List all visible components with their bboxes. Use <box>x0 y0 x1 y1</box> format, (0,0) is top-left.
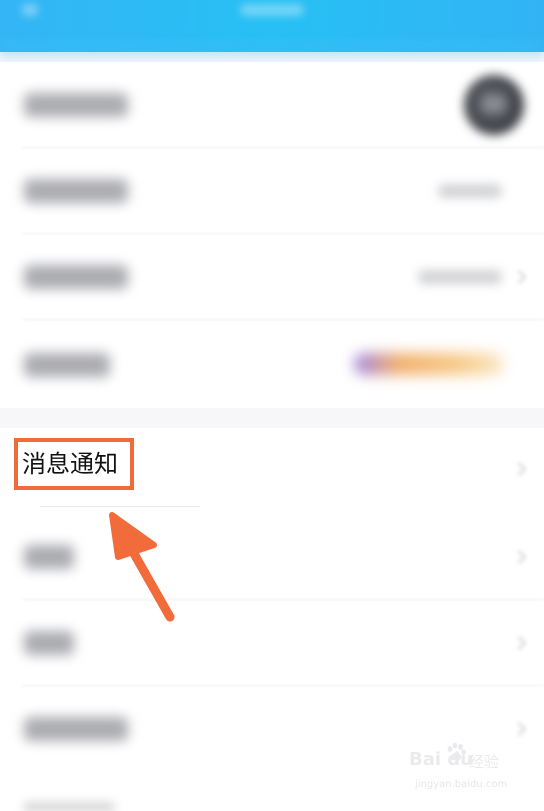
row-label <box>24 179 128 203</box>
paw-icon <box>447 742 466 761</box>
back-button[interactable] <box>22 4 38 16</box>
page-title <box>240 4 304 16</box>
row-value <box>438 184 502 198</box>
settings-row-4[interactable] <box>0 320 544 406</box>
settings-group-profile <box>0 62 544 408</box>
settings-row-6[interactable] <box>0 514 544 600</box>
row-value <box>418 270 502 284</box>
watermark-url: jingyan.baidu.com <box>415 779 508 790</box>
watermark: Bai du 经验 jingyan.baidu.com <box>409 741 514 799</box>
settings-row-2[interactable] <box>0 148 544 234</box>
settings-row-7[interactable] <box>0 600 544 686</box>
member-badge <box>354 353 504 375</box>
chevron-right-icon <box>511 721 527 737</box>
settings-screen: 消息通知 Bai du 经验 jingyan.baidu.com <box>0 0 544 811</box>
row-label <box>24 545 74 569</box>
watermark-sub: 经验 <box>469 753 500 771</box>
row-label <box>24 631 74 655</box>
chevron-right-icon <box>511 269 527 285</box>
row-label <box>24 265 128 289</box>
settings-row-avatar[interactable] <box>0 62 544 148</box>
chevron-right-icon <box>511 635 527 651</box>
avatar[interactable] <box>464 75 524 135</box>
row-label <box>24 717 128 741</box>
notifications-label[interactable]: 消息通知 <box>22 448 118 480</box>
chevron-right-icon <box>511 549 527 565</box>
row-label <box>24 803 114 811</box>
row-label <box>24 93 128 117</box>
avatar-image <box>482 95 506 113</box>
settings-row-3[interactable] <box>0 234 544 320</box>
chevron-right-icon <box>511 461 527 477</box>
row-label <box>24 353 110 377</box>
arrow-pointer-icon <box>109 512 175 622</box>
title-bar-shadow <box>0 40 544 64</box>
